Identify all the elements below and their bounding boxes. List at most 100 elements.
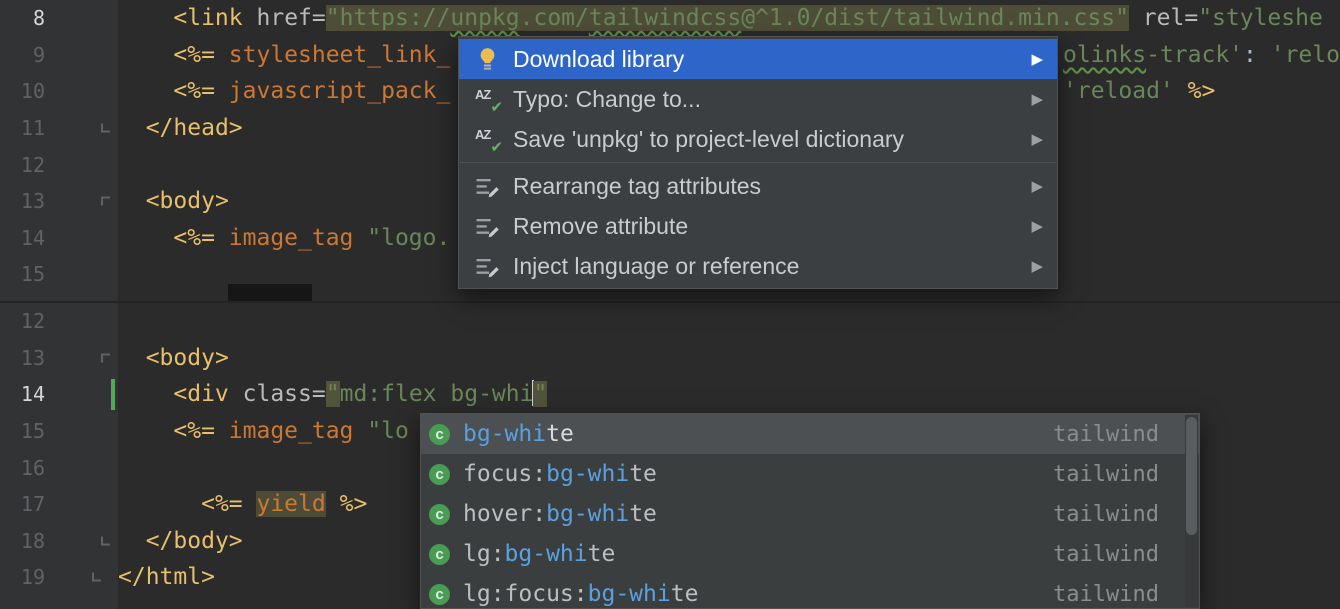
code-text: <body> xyxy=(118,183,229,220)
fold-marker-icon[interactable] xyxy=(101,353,110,362)
code-line-14[interactable]: 14 <div class="md:flex bg-whi" xyxy=(0,376,1340,413)
edit-icon xyxy=(475,174,500,199)
code-line-13[interactable]: 13 <body> xyxy=(0,340,1340,377)
fold-marker-icon[interactable] xyxy=(101,197,110,206)
fold-marker-icon[interactable] xyxy=(101,124,110,133)
code-token: <%= xyxy=(173,418,228,444)
completion-item[interactable]: cfocus:bg-whitetailwind xyxy=(421,454,1199,494)
code-token xyxy=(118,188,146,214)
gutter: 16 xyxy=(0,449,118,486)
code-token: image_tag xyxy=(229,418,354,444)
code-token: olinks xyxy=(1063,42,1146,68)
completion-text: hover:bg-white xyxy=(463,501,657,527)
menu-item-label: Typo: Change to... xyxy=(513,86,701,113)
completion-list: cbg-whitetailwindcfocus:bg-whitetailwind… xyxy=(421,414,1199,609)
code-text-fragment: olinks-track': 'relo xyxy=(1063,37,1340,74)
code-token xyxy=(353,225,367,251)
code-token xyxy=(118,78,173,104)
code-token: <link xyxy=(173,5,242,31)
css-class-icon: c xyxy=(429,544,450,565)
completion-source-label: tailwind xyxy=(1053,582,1159,607)
code-line-8[interactable]: 8 <link href="https://unpkg.com/tailwind… xyxy=(0,0,1340,37)
code-token: "lo xyxy=(367,418,409,444)
screenshot-artifact xyxy=(228,284,312,301)
line-number: 9 xyxy=(0,43,45,67)
completion-item[interactable]: cbg-whitetailwind xyxy=(421,414,1199,454)
code-line-12[interactable]: 12 xyxy=(0,303,1340,340)
line-number: 12 xyxy=(0,153,45,177)
completion-item[interactable]: c hover:bg-white tailwind xyxy=(421,494,1199,534)
code-token: <%= xyxy=(173,42,228,68)
code-token: href= xyxy=(257,5,326,31)
line-number: 14 xyxy=(0,382,45,406)
completion-source-label: tailwind xyxy=(1053,502,1159,527)
completion-scrollbar[interactable] xyxy=(1185,415,1198,607)
completion-item[interactable]: clg:bg-whitetailwind xyxy=(421,534,1199,574)
submenu-arrow-icon: ▶ xyxy=(1031,90,1043,108)
code-token: rel= xyxy=(1143,5,1198,31)
code-token: <div xyxy=(173,381,228,407)
line-number: 19 xyxy=(0,565,45,589)
fold-marker-icon[interactable] xyxy=(101,536,110,545)
matched-prefix: bg-whi xyxy=(546,461,629,487)
gutter: 12 xyxy=(0,146,118,183)
code-token: -track' xyxy=(1146,42,1243,68)
code-token: "https:// xyxy=(326,5,451,31)
code-token: image_tag xyxy=(229,225,354,251)
section-seam xyxy=(0,301,1340,303)
edit-icon xyxy=(475,214,500,239)
menu-item-label: Remove attribute xyxy=(513,213,688,240)
gutter: 11 xyxy=(0,110,118,147)
code-text: <link href="https://unpkg.com/tailwindcs… xyxy=(118,0,1323,37)
code-token xyxy=(118,418,173,444)
intention-menu-item[interactable]: AZ✔ Typo: Change to... ▶ xyxy=(459,79,1057,119)
completion-text: lg:focus:bg-white xyxy=(463,581,698,607)
line-number: 17 xyxy=(0,492,45,516)
completion-token: te xyxy=(588,541,616,567)
code-token: "logo. xyxy=(367,225,450,251)
ide-editor-window: 8 <link href="https://unpkg.com/tailwind… xyxy=(0,0,1340,609)
code-token: %> xyxy=(340,491,368,517)
code-token xyxy=(229,381,243,407)
code-token: " xyxy=(533,381,547,407)
gutter: 15 xyxy=(0,413,118,450)
completion-text: focus:bg-white xyxy=(463,461,657,487)
css-class-icon: c xyxy=(429,504,450,525)
code-token: %> xyxy=(1188,78,1216,104)
code-text: <%= image_tag "logo. xyxy=(118,220,450,257)
intention-menu-item[interactable]: Download library▶ xyxy=(459,39,1057,79)
spellcheck-icon: AZ✔ xyxy=(475,127,500,152)
submenu-arrow-icon: ▶ xyxy=(1031,177,1043,195)
code-token xyxy=(118,115,146,141)
code-token: "styleshe xyxy=(1198,5,1323,31)
code-text: </html> xyxy=(118,559,215,596)
code-token: tailwindcss xyxy=(589,5,741,31)
fold-marker-icon[interactable] xyxy=(92,573,101,582)
completion-popup: cbg-whitetailwindcfocus:bg-whitetailwind… xyxy=(420,413,1200,609)
line-number: 11 xyxy=(0,116,45,140)
code-token: <body> xyxy=(146,345,229,371)
spellcheck-icon: AZ✔ xyxy=(475,87,500,112)
line-number: 15 xyxy=(0,419,45,443)
completion-token: te xyxy=(629,461,657,487)
gutter: 15 xyxy=(0,256,118,293)
code-token: @^1.0/dist/tailwind.min.css" xyxy=(741,5,1129,31)
menu-item-label: Download library xyxy=(513,46,684,73)
completion-item[interactable]: clg:focus:bg-whitetailwind xyxy=(421,574,1199,609)
code-text: <%= image_tag "lo xyxy=(118,413,409,450)
completion-token: lg:focus: xyxy=(463,581,588,607)
gutter: 18 xyxy=(0,523,118,560)
code-token xyxy=(326,491,340,517)
line-number: 14 xyxy=(0,226,45,250)
code-text: </head> xyxy=(118,110,243,147)
intention-menu-item[interactable]: Inject language or reference▶ xyxy=(459,246,1057,286)
intention-menu-item[interactable]: Rearrange tag attributes▶ xyxy=(459,166,1057,206)
matched-prefix: bg-whi xyxy=(463,421,546,447)
intention-menu-item[interactable]: Remove attribute▶ xyxy=(459,206,1057,246)
line-number: 13 xyxy=(0,346,45,370)
line-number: 13 xyxy=(0,189,45,213)
code-token xyxy=(118,381,173,407)
code-token: </html> xyxy=(118,564,215,590)
intention-menu-item[interactable]: AZ✔Save 'unpkg' to project-level diction… xyxy=(459,119,1057,159)
scrollbar-thumb-icon[interactable] xyxy=(1186,417,1197,535)
